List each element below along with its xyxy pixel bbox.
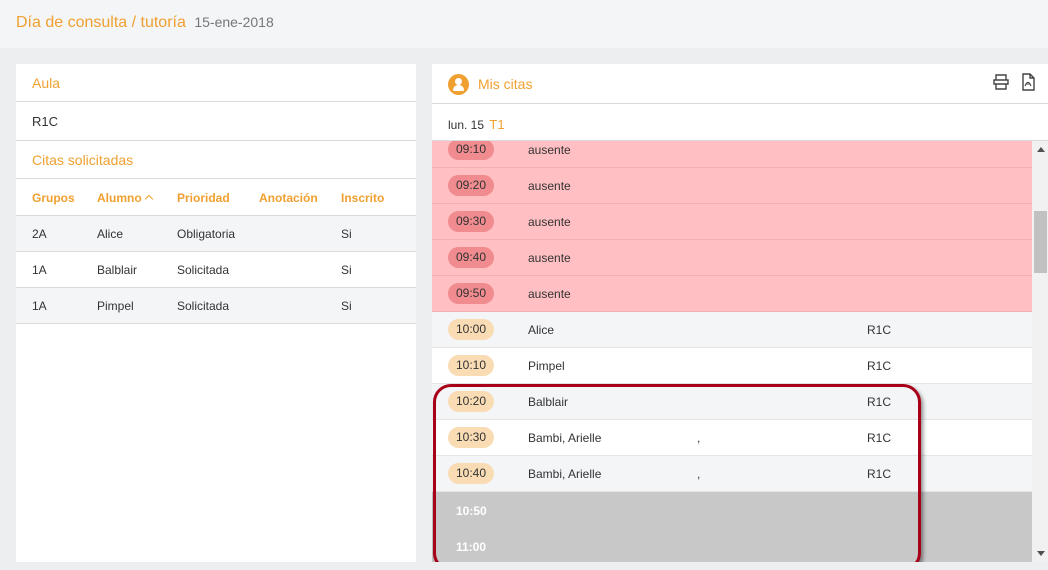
cell-grupo: 1A [32, 263, 47, 277]
slot-name: Bambi, Arielle [528, 431, 602, 445]
time-badge: 10:40 [448, 463, 494, 484]
user-icon [448, 74, 469, 95]
mis-citas-header: Mis citas [432, 64, 1048, 104]
table-row[interactable]: 1A Pimpel Solicitada Si [16, 288, 416, 324]
left-panel: Aula R1C Citas solicitadas Grupos Alumno… [16, 64, 416, 562]
cell-grupo: 1A [32, 299, 47, 313]
slot-name: ausente [528, 287, 571, 301]
slot-row[interactable]: 10:10 Pimpel R1C [432, 348, 1032, 384]
table-header: Grupos Alumno Prioridad Anotación Inscri… [16, 179, 416, 216]
slot-time: 10:50 [456, 504, 487, 518]
slot-row[interactable]: 09:10 ausente [432, 141, 1032, 168]
slot-name: ausente [528, 251, 571, 265]
day-row: lun. 15 T1 [432, 104, 1048, 141]
slot-name: Alice [528, 323, 555, 337]
slot-room: R1C [867, 431, 892, 445]
slot-room: R1C [867, 395, 892, 409]
time-badge: 10:30 [448, 427, 494, 448]
cell-prioridad: Solicitada [177, 299, 230, 313]
col-alumno[interactable]: Alumno [97, 191, 153, 205]
slot-note: , [697, 467, 701, 481]
col-grupos[interactable]: Grupos [32, 191, 75, 205]
slot-name: ausente [528, 215, 571, 229]
time-badge: 10:10 [448, 355, 494, 376]
chevron-up-icon [144, 194, 153, 204]
cell-prioridad: Solicitada [177, 263, 230, 277]
slot-row[interactable]: 10:30 Bambi, Arielle , R1C [432, 420, 1032, 456]
aula-value: R1C [16, 102, 416, 141]
slot-row[interactable]: 10:00 Alice R1C [432, 312, 1032, 348]
slot-row[interactable]: 09:30 ausente [432, 204, 1032, 240]
cell-alumno: Balblair [97, 263, 138, 277]
col-anotacion[interactable]: Anotación [259, 191, 318, 205]
page-header: Día de consulta / tutoría 15-ene-2018 [0, 0, 1048, 48]
cell-alumno: Alice [97, 227, 124, 241]
slot-row[interactable]: 09:20 ausente [432, 168, 1032, 204]
slot-time: 11:00 [456, 540, 487, 554]
slot-name: Balblair [528, 395, 569, 409]
print-icon[interactable] [993, 73, 1009, 91]
scroll-up-icon[interactable] [1037, 147, 1045, 152]
slot-name: ausente [528, 179, 571, 193]
slot-note: , [697, 431, 701, 445]
page-date: 15-ene-2018 [194, 14, 274, 30]
cell-prioridad: Obligatoria [177, 227, 236, 241]
turn-link[interactable]: T1 [489, 117, 504, 132]
day-label: lun. 15 T1 [448, 117, 505, 132]
right-panel: Mis citas lun. 15 T1 09:10 ausente 09:20… [432, 64, 1048, 562]
appointments-list[interactable]: 09:10 ausente 09:20 ausente 09:30 ausent… [432, 141, 1032, 562]
time-badge: 09:10 [448, 141, 494, 160]
time-badge: 09:40 [448, 247, 494, 268]
time-badge: 09:50 [448, 283, 494, 304]
slot-name: Bambi, Arielle [528, 467, 602, 481]
cell-inscrito: Si [341, 263, 352, 277]
page-title: Día de consulta / tutoría 15-ene-2018 [16, 14, 274, 32]
scrollbar[interactable] [1032, 141, 1048, 562]
mis-citas-title: Mis citas [478, 76, 533, 92]
slot-row[interactable]: 09:50 ausente [432, 276, 1032, 312]
col-inscrito[interactable]: Inscrito [341, 191, 384, 205]
aula-heading: Aula [16, 64, 416, 102]
slot-room: R1C [867, 467, 892, 481]
time-badge: 09:30 [448, 211, 494, 232]
cell-inscrito: Si [341, 299, 352, 313]
citas-heading: Citas solicitadas [16, 141, 416, 179]
slot-row[interactable]: 09:40 ausente [432, 240, 1032, 276]
table-row[interactable]: 2A Alice Obligatoria Si [16, 216, 416, 252]
scrollbar-thumb[interactable] [1034, 211, 1047, 273]
slot-room: R1C [867, 359, 892, 373]
slot-room: R1C [867, 323, 892, 337]
slot-row[interactable]: 10:50 [432, 492, 1032, 528]
slot-row[interactable]: 10:20 Balblair R1C [432, 384, 1032, 420]
slot-row[interactable]: 11:00 [432, 528, 1032, 562]
slot-name: Pimpel [528, 359, 565, 373]
scroll-down-icon[interactable] [1037, 551, 1045, 556]
pdf-icon[interactable] [1020, 73, 1036, 91]
slot-name: ausente [528, 143, 571, 157]
table-row[interactable]: 1A Balblair Solicitada Si [16, 252, 416, 288]
time-badge: 10:00 [448, 319, 494, 340]
page-title-text: Día de consulta / tutoría [16, 14, 186, 31]
cell-inscrito: Si [341, 227, 352, 241]
time-badge: 09:20 [448, 175, 494, 196]
cell-alumno: Pimpel [97, 299, 134, 313]
time-badge: 10:20 [448, 391, 494, 412]
cell-grupo: 2A [32, 227, 47, 241]
col-prioridad[interactable]: Prioridad [177, 191, 230, 205]
slot-row[interactable]: 10:40 Bambi, Arielle , R1C [432, 456, 1032, 492]
